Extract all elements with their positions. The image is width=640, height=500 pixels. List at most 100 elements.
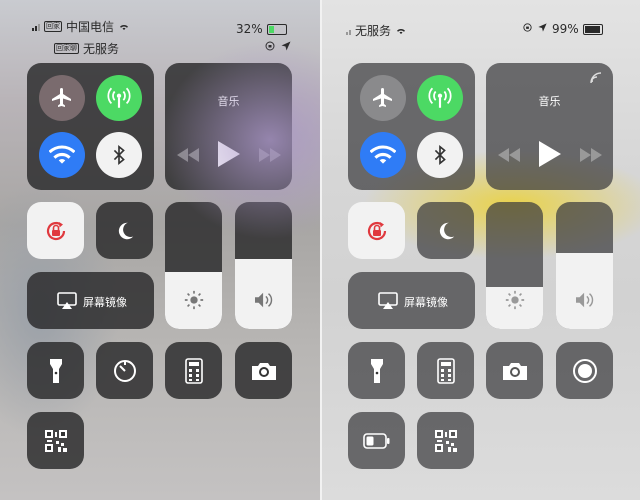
qr-code-icon xyxy=(44,429,67,452)
qr-code-icon xyxy=(434,429,457,452)
play-icon xyxy=(218,141,240,167)
rewind-button-right[interactable] xyxy=(498,147,520,166)
play-icon xyxy=(539,141,561,167)
airplay-icon xyxy=(57,292,77,309)
location-icon-right xyxy=(537,22,548,36)
calculator-icon xyxy=(184,357,203,384)
connectivity-module-right xyxy=(348,63,475,190)
moon-icon xyxy=(118,222,133,239)
orientation-lock-icon xyxy=(367,221,386,240)
screen-mirroring-label: 屏幕镜像 xyxy=(83,296,127,309)
cellular-data-toggle-right[interactable] xyxy=(417,75,463,121)
music-module-right[interactable]: 音乐 xyxy=(486,63,613,190)
screen-mirroring-button[interactable]: 屏幕镜像 xyxy=(27,272,154,329)
control-center-left: 回家 中国电信 回家聊 无服务 32% 音乐 屏幕镜像 xyxy=(0,0,320,500)
speaker-icon xyxy=(575,292,593,308)
battery-status-left: 32% xyxy=(236,22,287,36)
bluetooth-toggle[interactable] xyxy=(96,132,142,178)
wifi-icon xyxy=(370,145,396,164)
cellular-antenna-icon xyxy=(107,87,131,108)
music-title-right: 音乐 xyxy=(538,95,561,108)
location-icon xyxy=(280,40,292,55)
orientation-lock-icon xyxy=(46,221,65,240)
do-not-disturb-toggle-right[interactable] xyxy=(417,202,474,259)
rewind-icon xyxy=(177,148,199,162)
sun-icon xyxy=(184,290,203,310)
camera-icon xyxy=(251,362,276,380)
fast-forward-icon xyxy=(259,148,281,162)
fast-forward-button[interactable] xyxy=(259,147,281,166)
play-button-right[interactable] xyxy=(539,141,561,171)
camera-button[interactable] xyxy=(235,342,292,399)
airplane-mode-toggle[interactable] xyxy=(39,75,85,121)
battery-percent: 32% xyxy=(236,22,263,36)
rewind-icon xyxy=(498,148,520,162)
fast-forward-button-right[interactable] xyxy=(580,147,602,166)
moon-icon xyxy=(439,222,454,239)
rotation-lock-status-icon xyxy=(264,40,276,55)
airplay-audio-icon[interactable] xyxy=(589,71,603,85)
music-title: 音乐 xyxy=(217,95,240,108)
camera-icon xyxy=(502,362,527,380)
flashlight-icon xyxy=(370,358,383,383)
qr-scanner-button[interactable] xyxy=(27,412,84,469)
flashlight-icon xyxy=(49,358,62,383)
flashlight-button-right[interactable] xyxy=(348,342,405,399)
orientation-lock-toggle[interactable] xyxy=(27,202,84,259)
brightness-slider-right[interactable] xyxy=(486,202,543,329)
music-module[interactable]: 音乐 xyxy=(165,63,292,190)
qr-scanner-button-right[interactable] xyxy=(417,412,474,469)
bluetooth-toggle-right[interactable] xyxy=(417,132,463,178)
signal-icon xyxy=(32,23,40,31)
wifi-status-icon xyxy=(118,20,130,34)
status-bar-right: 无服务 xyxy=(346,22,407,39)
wifi-icon xyxy=(49,145,75,164)
brightness-slider[interactable] xyxy=(165,202,222,329)
carrier-name-2: 无服务 xyxy=(83,42,120,56)
flashlight-button[interactable] xyxy=(27,342,84,399)
timer-button[interactable] xyxy=(96,342,153,399)
connectivity-module xyxy=(27,63,154,190)
low-power-mode-button[interactable] xyxy=(348,412,405,469)
rewind-button[interactable] xyxy=(177,147,199,166)
cellular-antenna-icon xyxy=(428,87,452,108)
carrier-name-right: 无服务 xyxy=(355,24,392,38)
screen-mirroring-label-right: 屏幕镜像 xyxy=(404,296,448,309)
volume-slider[interactable] xyxy=(235,202,292,329)
camera-button-right[interactable] xyxy=(486,342,543,399)
control-center-right: 无服务 99% 音乐 屏幕镜像 xyxy=(322,0,640,500)
record-icon xyxy=(572,358,597,383)
airplane-icon xyxy=(373,88,392,107)
carrier-tag-2: 回家聊 xyxy=(54,43,79,54)
do-not-disturb-toggle[interactable] xyxy=(96,202,153,259)
battery-status-right: 99% xyxy=(522,22,603,36)
screen-recording-button[interactable] xyxy=(556,342,613,399)
bluetooth-icon xyxy=(434,145,446,165)
airplane-mode-toggle-right[interactable] xyxy=(360,75,406,121)
screen-mirroring-button-right[interactable]: 屏幕镜像 xyxy=(348,272,475,329)
sun-icon xyxy=(505,290,524,310)
wifi-status-icon-right xyxy=(395,24,407,38)
play-button[interactable] xyxy=(218,141,240,171)
rotation-lock-status-icon-right xyxy=(522,22,533,36)
calculator-icon xyxy=(436,357,455,384)
wifi-toggle[interactable] xyxy=(39,132,85,178)
airplay-icon xyxy=(378,292,398,309)
battery-percent-right: 99% xyxy=(552,22,579,36)
signal-icon-right xyxy=(346,27,351,35)
status-icons-left xyxy=(264,40,292,55)
orientation-lock-toggle-right[interactable] xyxy=(348,202,405,259)
carrier-tag: 回家 xyxy=(44,21,62,32)
bluetooth-icon xyxy=(113,145,125,165)
battery-icon-right xyxy=(582,23,603,35)
battery-icon xyxy=(266,23,287,35)
carrier-name: 中国电信 xyxy=(66,20,115,34)
calculator-button[interactable] xyxy=(165,342,222,399)
speaker-icon xyxy=(254,292,272,308)
low-battery-icon xyxy=(362,432,389,449)
cellular-data-toggle[interactable] xyxy=(96,75,142,121)
calculator-button-right[interactable] xyxy=(417,342,474,399)
volume-slider-right[interactable] xyxy=(556,202,613,329)
airplane-icon xyxy=(52,88,71,107)
wifi-toggle-right[interactable] xyxy=(360,132,406,178)
